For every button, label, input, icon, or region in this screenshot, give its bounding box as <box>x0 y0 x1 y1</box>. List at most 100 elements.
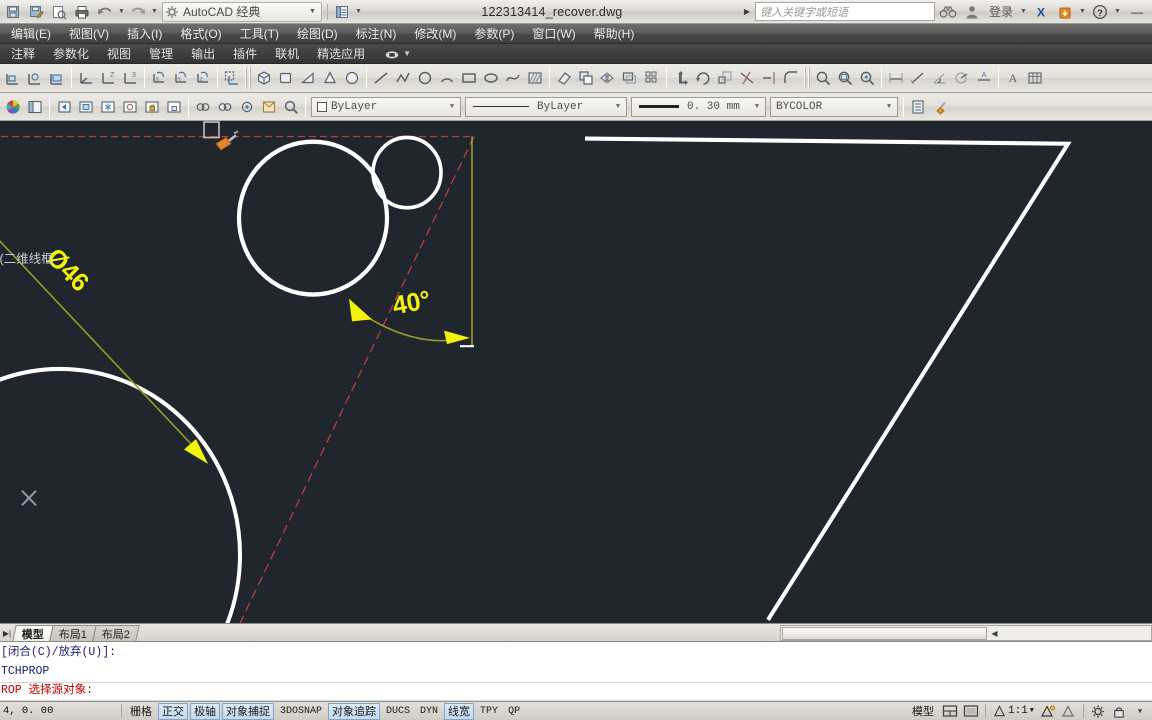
modify-mirror-icon[interactable] <box>597 66 619 90</box>
menu-item-window[interactable]: 窗口(W) <box>523 24 584 44</box>
menu-item-edit[interactable]: 编辑(E) <box>2 24 60 44</box>
zoom-previous-icon[interactable] <box>856 66 878 90</box>
chevron-down-icon[interactable]: ▼ <box>882 103 896 111</box>
draw-spline-icon[interactable] <box>502 66 524 90</box>
status-toggle-ortho[interactable]: 正交 <box>158 702 188 720</box>
modify-copy-icon[interactable] <box>575 66 597 90</box>
modify-offset-icon[interactable] <box>619 66 641 90</box>
ucs-apply-icon[interactable] <box>221 66 243 90</box>
viewport-label[interactable]: ](二维线框 <box>0 248 54 267</box>
ucs-rotate-z-icon[interactable]: Z <box>192 66 214 90</box>
status-toggle-polar[interactable]: 极轴 <box>190 702 220 720</box>
menu-item-insert[interactable]: 插入(I) <box>118 24 171 44</box>
menu-item-tools[interactable]: 工具(T) <box>231 24 288 44</box>
solid-cube-icon[interactable] <box>275 66 297 90</box>
layer-freeze-icon[interactable] <box>97 95 119 119</box>
modify-erase-icon[interactable] <box>553 66 575 90</box>
draw-circle-icon[interactable] <box>414 66 436 90</box>
chevron-down-icon[interactable]: ▼ <box>445 103 459 111</box>
cloud-dropdown-icon[interactable]: ▼ <box>1078 1 1087 22</box>
status-toggle-ducs[interactable]: DUCS <box>382 703 414 720</box>
minimize-button[interactable]: — <box>1124 0 1150 23</box>
quick-view-drawings-icon[interactable] <box>961 703 981 720</box>
group-edit-icon[interactable] <box>236 95 258 119</box>
draw-rectangle-icon[interactable] <box>458 66 480 90</box>
dim-style-icon[interactable]: A <box>973 66 995 90</box>
status-toggle-tpy[interactable]: TPY <box>476 703 502 720</box>
menu-item-modify[interactable]: 修改(M) <box>405 24 465 44</box>
ucs-object-icon[interactable] <box>46 66 68 90</box>
properties-palette-icon[interactable] <box>907 95 929 119</box>
solid-wedge-icon[interactable] <box>297 66 319 90</box>
undo-icon[interactable] <box>94 1 116 22</box>
chevron-down-icon[interactable]: ▼ <box>306 8 319 15</box>
exchange-app-icon[interactable]: X <box>1030 1 1052 22</box>
menu-item-view[interactable]: 视图(V) <box>60 24 118 44</box>
status-toggle-dyn[interactable]: DYN <box>416 703 442 720</box>
status-toggle-osnap[interactable]: 对象捕捉 <box>222 702 274 720</box>
drawing-canvas[interactable]: ](二维线框 40° Ø46 <box>0 121 1152 623</box>
layer-lock-icon[interactable] <box>141 95 163 119</box>
gear-icon[interactable] <box>1088 703 1108 720</box>
ucs-face-icon[interactable] <box>24 66 46 90</box>
signin-dropdown-icon[interactable]: ▼ <box>1019 1 1028 22</box>
solid-cone-icon[interactable] <box>319 66 341 90</box>
draw-line-icon[interactable] <box>370 66 392 90</box>
layout-tab-model[interactable]: 模型 <box>12 625 54 641</box>
tab-featured-apps[interactable]: 精选应用 <box>308 44 374 64</box>
status-overflow-icon[interactable]: ▾ <box>1130 703 1150 720</box>
draw-ellipse-icon[interactable] <box>480 66 502 90</box>
annotation-scale-control[interactable]: 1:1 ▼ <box>990 705 1037 717</box>
linetype-control[interactable]: ByLayer ▼ <box>465 96 627 117</box>
menu-item-dimension[interactable]: 标注(N) <box>347 24 406 44</box>
text-multiline-icon[interactable]: A <box>1002 66 1024 90</box>
annotation-visibility-icon[interactable] <box>1038 703 1058 720</box>
ucs-3point-icon[interactable]: 3 <box>119 66 141 90</box>
binoculars-icon[interactable] <box>937 1 959 22</box>
autodesk-360-icon[interactable] <box>1054 1 1076 22</box>
status-toggle-grid[interactable]: 栅格 <box>126 703 156 720</box>
scrollbar-thumb[interactable] <box>782 626 987 640</box>
modify-extend-icon[interactable] <box>758 66 780 90</box>
block-insert-icon[interactable] <box>258 95 280 119</box>
chevron-down-icon[interactable]: ▼ <box>611 103 625 111</box>
help-icon[interactable]: ? <box>1089 1 1111 22</box>
menu-item-help[interactable]: 帮助(H) <box>585 24 644 44</box>
tab-view[interactable]: 视图 <box>98 44 140 64</box>
match-properties-icon[interactable] <box>929 95 951 119</box>
tab-online[interactable]: 联机 <box>266 44 308 64</box>
layer-manager-icon[interactable] <box>24 95 46 119</box>
ucs-rotate-x-icon[interactable]: X <box>148 66 170 90</box>
redo-icon[interactable] <box>127 1 149 22</box>
ucs-world-icon[interactable] <box>2 66 24 90</box>
help-dropdown-icon[interactable]: ▼ <box>1113 1 1122 22</box>
ucs-z-axis-icon[interactable]: Z <box>97 66 119 90</box>
signin-label[interactable]: 登录 <box>985 3 1017 20</box>
menu-item-parametric[interactable]: 参数(P) <box>465 24 523 44</box>
workspace-selector[interactable]: AutoCAD 经典 ▼ <box>162 1 322 22</box>
table-icon[interactable] <box>1024 66 1046 90</box>
chevron-down-icon[interactable]: ▼ <box>1030 707 1034 715</box>
tab-manage[interactable]: 管理 <box>140 44 182 64</box>
dim-radius-icon[interactable] <box>951 66 973 90</box>
scroll-left-icon[interactable]: ◀ <box>987 629 1002 638</box>
search-expand-icon[interactable]: ▶ <box>741 7 753 16</box>
group-icon[interactable] <box>192 95 214 119</box>
tab-annotate[interactable]: 注释 <box>2 44 44 64</box>
layout-tab-layout1[interactable]: 布局1 <box>49 625 97 641</box>
auto-scale-icon[interactable] <box>1059 703 1079 720</box>
layer-isolate-icon[interactable] <box>75 95 97 119</box>
modify-array-icon[interactable] <box>641 66 663 90</box>
solid-box-icon[interactable] <box>253 66 275 90</box>
draw-hatch-icon[interactable] <box>524 66 546 90</box>
cloud-sync-icon[interactable] <box>384 48 400 60</box>
search-input[interactable]: 键入关键字或短语 <box>754 2 935 21</box>
tab-parametric[interactable]: 参数化 <box>44 44 98 64</box>
ribbon-overflow-icon[interactable]: ▼ <box>403 49 411 58</box>
tab-output[interactable]: 输出 <box>182 44 224 64</box>
status-toggle-3dosnap[interactable]: 3DOSNAP <box>276 703 326 720</box>
draw-polyline-icon[interactable] <box>392 66 414 90</box>
modify-rotate-icon[interactable] <box>692 66 714 90</box>
save-as-icon[interactable] <box>25 1 47 22</box>
dim-linear-icon[interactable] <box>885 66 907 90</box>
